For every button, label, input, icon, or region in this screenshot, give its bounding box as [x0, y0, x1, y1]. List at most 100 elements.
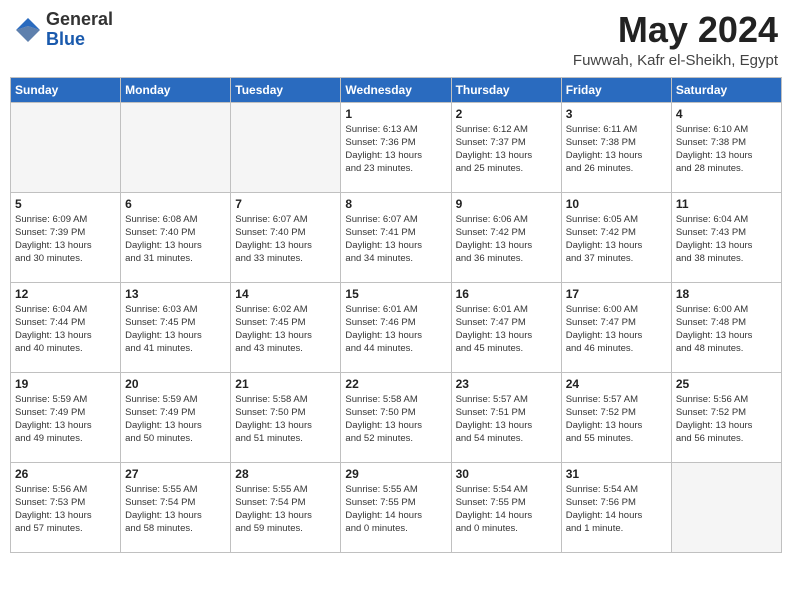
day-info: Sunrise: 5:56 AM Sunset: 7:52 PM Dayligh… [676, 393, 777, 446]
calendar-cell: 15Sunrise: 6:01 AM Sunset: 7:46 PM Dayli… [341, 282, 451, 372]
calendar-cell: 12Sunrise: 6:04 AM Sunset: 7:44 PM Dayli… [11, 282, 121, 372]
calendar-cell: 18 Sunrise: 6:00 AM Sunset: 7:48 PM Dayli… [671, 282, 781, 372]
day-number: 10 [566, 197, 667, 211]
day-number: 8 [345, 197, 446, 211]
calendar-cell: 19 Sunrise: 5:59 AM Sunset: 7:49 PM Dayli… [11, 372, 121, 462]
page-header: General Blue May 2024 Fuwwah, Kafr el-Sh… [10, 10, 782, 69]
logo: General Blue [14, 10, 113, 50]
calendar-cell: 21 Sunrise: 5:58 AM Sunset: 7:50 PM Dayli… [231, 372, 341, 462]
day-number: 2 [456, 107, 557, 121]
calendar-cell [11, 102, 121, 192]
weekday-header-friday: Friday [561, 77, 671, 102]
calendar-cell: 9Sunrise: 6:06 AM Sunset: 7:42 PM Daylig… [451, 192, 561, 282]
calendar-cell: 6Sunrise: 6:08 AM Sunset: 7:40 PM Daylig… [121, 192, 231, 282]
day-number: 23 [456, 377, 557, 391]
calendar-cell: 31 Sunrise: 5:54 AM Sunset: 7:56 PM Dayli… [561, 462, 671, 552]
day-info: Sunrise: 6:09 AM Sunset: 7:39 PM Dayligh… [15, 213, 116, 266]
month-title: May 2024 [573, 10, 778, 50]
day-info: Sunrise: 6:00 AM Sunset: 7:47 PM Dayligh… [566, 303, 667, 356]
calendar-cell: 26Sunrise: 5:56 AM Sunset: 7:53 PM Dayli… [11, 462, 121, 552]
day-number: 5 [15, 197, 116, 211]
logo-blue: Blue [46, 30, 113, 50]
weekday-header-tuesday: Tuesday [231, 77, 341, 102]
day-number: 13 [125, 287, 226, 301]
day-number: 22 [345, 377, 446, 391]
day-info: Sunrise: 5:59 AM Sunset: 7:49 PM Dayligh… [15, 393, 116, 446]
day-info: Sunrise: 6:04 AM Sunset: 7:43 PM Dayligh… [676, 213, 777, 266]
day-info: Sunrise: 6:01 AM Sunset: 7:47 PM Dayligh… [456, 303, 557, 356]
week-row-4: 19 Sunrise: 5:59 AM Sunset: 7:49 PM Dayli… [11, 372, 782, 462]
day-number: 19 [15, 377, 116, 391]
day-info: Sunrise: 6:12 AM Sunset: 7:37 PM Dayligh… [456, 123, 557, 176]
calendar-cell: 4Sunrise: 6:10 AM Sunset: 7:38 PM Daylig… [671, 102, 781, 192]
day-number: 11 [676, 197, 777, 211]
logo-text: General Blue [46, 10, 113, 50]
day-number: 12 [15, 287, 116, 301]
day-info: Sunrise: 6:00 AM Sunset: 7:48 PM Dayligh… [676, 303, 777, 356]
day-info: Sunrise: 5:58 AM Sunset: 7:50 PM Dayligh… [345, 393, 446, 446]
day-info: Sunrise: 6:07 AM Sunset: 7:40 PM Dayligh… [235, 213, 336, 266]
day-number: 16 [456, 287, 557, 301]
location: Fuwwah, Kafr el-Sheikh, Egypt [573, 52, 778, 69]
day-info: Sunrise: 5:57 AM Sunset: 7:52 PM Dayligh… [566, 393, 667, 446]
calendar-cell: 24 Sunrise: 5:57 AM Sunset: 7:52 PM Dayli… [561, 372, 671, 462]
day-number: 14 [235, 287, 336, 301]
day-number: 29 [345, 467, 446, 481]
calendar-cell: 10 Sunrise: 6:05 AM Sunset: 7:42 PM Dayli… [561, 192, 671, 282]
day-number: 3 [566, 107, 667, 121]
week-row-1: 1 Sunrise: 6:13 AM Sunset: 7:36 PM Daylig… [11, 102, 782, 192]
calendar-cell: 22 Sunrise: 5:58 AM Sunset: 7:50 PM Dayli… [341, 372, 451, 462]
day-number: 31 [566, 467, 667, 481]
title-block: May 2024 Fuwwah, Kafr el-Sheikh, Egypt [573, 10, 778, 69]
day-number: 1 [345, 107, 446, 121]
weekday-header-sunday: Sunday [11, 77, 121, 102]
calendar-cell: 7Sunrise: 6:07 AM Sunset: 7:40 PM Daylig… [231, 192, 341, 282]
day-number: 20 [125, 377, 226, 391]
day-info: Sunrise: 6:06 AM Sunset: 7:42 PM Dayligh… [456, 213, 557, 266]
day-info: Sunrise: 6:08 AM Sunset: 7:40 PM Dayligh… [125, 213, 226, 266]
week-row-5: 26Sunrise: 5:56 AM Sunset: 7:53 PM Dayli… [11, 462, 782, 552]
weekday-header-wednesday: Wednesday [341, 77, 451, 102]
calendar-cell: 1 Sunrise: 6:13 AM Sunset: 7:36 PM Daylig… [341, 102, 451, 192]
day-info: Sunrise: 6:10 AM Sunset: 7:38 PM Dayligh… [676, 123, 777, 176]
day-number: 24 [566, 377, 667, 391]
day-info: Sunrise: 5:58 AM Sunset: 7:50 PM Dayligh… [235, 393, 336, 446]
day-info: Sunrise: 6:02 AM Sunset: 7:45 PM Dayligh… [235, 303, 336, 356]
calendar-cell [671, 462, 781, 552]
day-number: 28 [235, 467, 336, 481]
calendar-cell: 29 Sunrise: 5:55 AM Sunset: 7:55 PM Dayli… [341, 462, 451, 552]
calendar-cell: 2 Sunrise: 6:12 AM Sunset: 7:37 PM Daylig… [451, 102, 561, 192]
calendar-cell: 3 Sunrise: 6:11 AM Sunset: 7:38 PM Daylig… [561, 102, 671, 192]
day-info: Sunrise: 6:11 AM Sunset: 7:38 PM Dayligh… [566, 123, 667, 176]
day-number: 18 [676, 287, 777, 301]
calendar-cell: 20Sunrise: 5:59 AM Sunset: 7:49 PM Dayli… [121, 372, 231, 462]
weekday-header-row: SundayMondayTuesdayWednesdayThursdayFrid… [11, 77, 782, 102]
calendar-cell: 8 Sunrise: 6:07 AM Sunset: 7:41 PM Daylig… [341, 192, 451, 282]
day-number: 27 [125, 467, 226, 481]
day-info: Sunrise: 6:05 AM Sunset: 7:42 PM Dayligh… [566, 213, 667, 266]
logo-general: General [46, 10, 113, 30]
calendar-cell [231, 102, 341, 192]
day-number: 25 [676, 377, 777, 391]
logo-icon [14, 16, 42, 44]
weekday-header-monday: Monday [121, 77, 231, 102]
day-info: Sunrise: 5:55 AM Sunset: 7:54 PM Dayligh… [125, 483, 226, 536]
week-row-3: 12Sunrise: 6:04 AM Sunset: 7:44 PM Dayli… [11, 282, 782, 372]
day-info: Sunrise: 5:54 AM Sunset: 7:56 PM Dayligh… [566, 483, 667, 536]
calendar-cell: 5 Sunrise: 6:09 AM Sunset: 7:39 PM Daylig… [11, 192, 121, 282]
calendar-cell: 27 Sunrise: 5:55 AM Sunset: 7:54 PM Dayli… [121, 462, 231, 552]
day-info: Sunrise: 5:54 AM Sunset: 7:55 PM Dayligh… [456, 483, 557, 536]
weekday-header-thursday: Thursday [451, 77, 561, 102]
day-info: Sunrise: 6:03 AM Sunset: 7:45 PM Dayligh… [125, 303, 226, 356]
day-number: 21 [235, 377, 336, 391]
calendar-cell: 16 Sunrise: 6:01 AM Sunset: 7:47 PM Dayli… [451, 282, 561, 372]
calendar-cell: 17Sunrise: 6:00 AM Sunset: 7:47 PM Dayli… [561, 282, 671, 372]
day-info: Sunrise: 6:07 AM Sunset: 7:41 PM Dayligh… [345, 213, 446, 266]
week-row-2: 5 Sunrise: 6:09 AM Sunset: 7:39 PM Daylig… [11, 192, 782, 282]
day-info: Sunrise: 6:13 AM Sunset: 7:36 PM Dayligh… [345, 123, 446, 176]
calendar-cell: 11 Sunrise: 6:04 AM Sunset: 7:43 PM Dayli… [671, 192, 781, 282]
day-number: 30 [456, 467, 557, 481]
calendar-cell: 30 Sunrise: 5:54 AM Sunset: 7:55 PM Dayli… [451, 462, 561, 552]
day-info: Sunrise: 5:56 AM Sunset: 7:53 PM Dayligh… [15, 483, 116, 536]
day-info: Sunrise: 5:55 AM Sunset: 7:55 PM Dayligh… [345, 483, 446, 536]
